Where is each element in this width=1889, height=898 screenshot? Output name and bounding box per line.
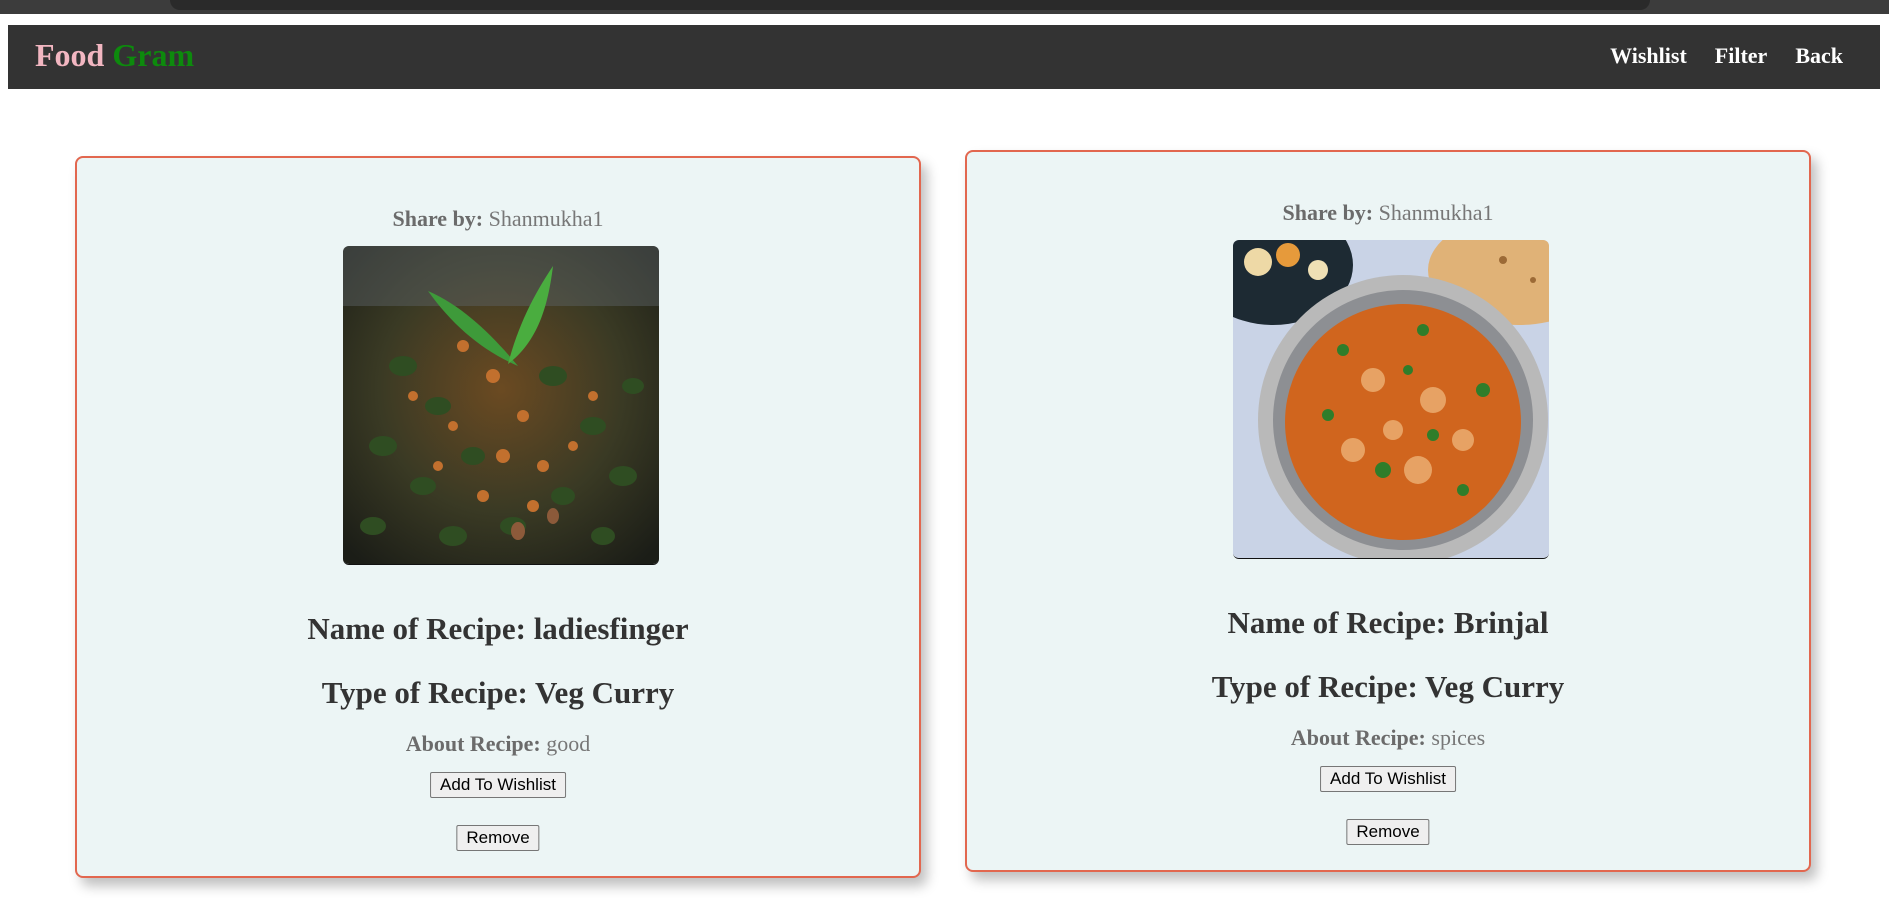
browser-tab-bar <box>170 0 1650 10</box>
okra-fry-photo <box>343 246 659 564</box>
recipe-type: Type of Recipe: Veg Curry <box>1211 669 1565 704</box>
browser-top-strip <box>0 0 1889 14</box>
nav-filter-link[interactable]: Filter <box>1715 43 1768 69</box>
shared-by-label: Share by: <box>392 206 484 231</box>
navbar: Food Gram Wishlist Filter Back <box>8 25 1880 89</box>
recipe-photo <box>343 246 659 565</box>
recipe-name: Name of Recipe: ladiesfinger <box>307 611 689 646</box>
brand-gram: Gram <box>112 37 195 73</box>
about-label: About Recipe: <box>405 731 541 756</box>
nav-back-link[interactable]: Back <box>1795 43 1843 69</box>
recipe-about: About Recipe: spices <box>967 725 1809 751</box>
shared-by-user: Shanmukha1 <box>1378 200 1494 225</box>
remove-button[interactable]: Remove <box>456 825 540 851</box>
shared-by: Share by: Shanmukha1 <box>77 206 919 232</box>
recipe-photo <box>1233 240 1549 559</box>
brand-logo[interactable]: Food Gram <box>35 39 194 71</box>
recipe-card: Share by: Shanmukha1 Name of Recipe: Bri… <box>965 150 1811 872</box>
curry-bowl-photo <box>1233 240 1549 558</box>
about-label: About Recipe: <box>1290 725 1426 750</box>
brand-food: Food <box>35 37 105 73</box>
recipe-card: Share by: Shanmukha1 Name of Recipe: lad… <box>75 156 921 878</box>
recipe-name: Name of Recipe: Brinjal <box>1227 605 1549 640</box>
add-to-wishlist-button[interactable]: Add To Wishlist <box>1320 766 1456 792</box>
add-to-wishlist-button[interactable]: Add To Wishlist <box>430 772 566 798</box>
shared-by-user: Shanmukha1 <box>488 206 604 231</box>
recipe-type: Type of Recipe: Veg Curry <box>321 675 675 710</box>
nav-links: Wishlist Filter Back <box>1610 43 1843 69</box>
nav-wishlist-link[interactable]: Wishlist <box>1610 43 1687 69</box>
remove-button[interactable]: Remove <box>1346 819 1430 845</box>
shared-by: Share by: Shanmukha1 <box>967 200 1809 226</box>
shared-by-label: Share by: <box>1282 200 1374 225</box>
about-value: spices <box>1431 725 1486 750</box>
recipe-about: About Recipe: good <box>77 731 919 757</box>
about-value: good <box>546 731 591 756</box>
